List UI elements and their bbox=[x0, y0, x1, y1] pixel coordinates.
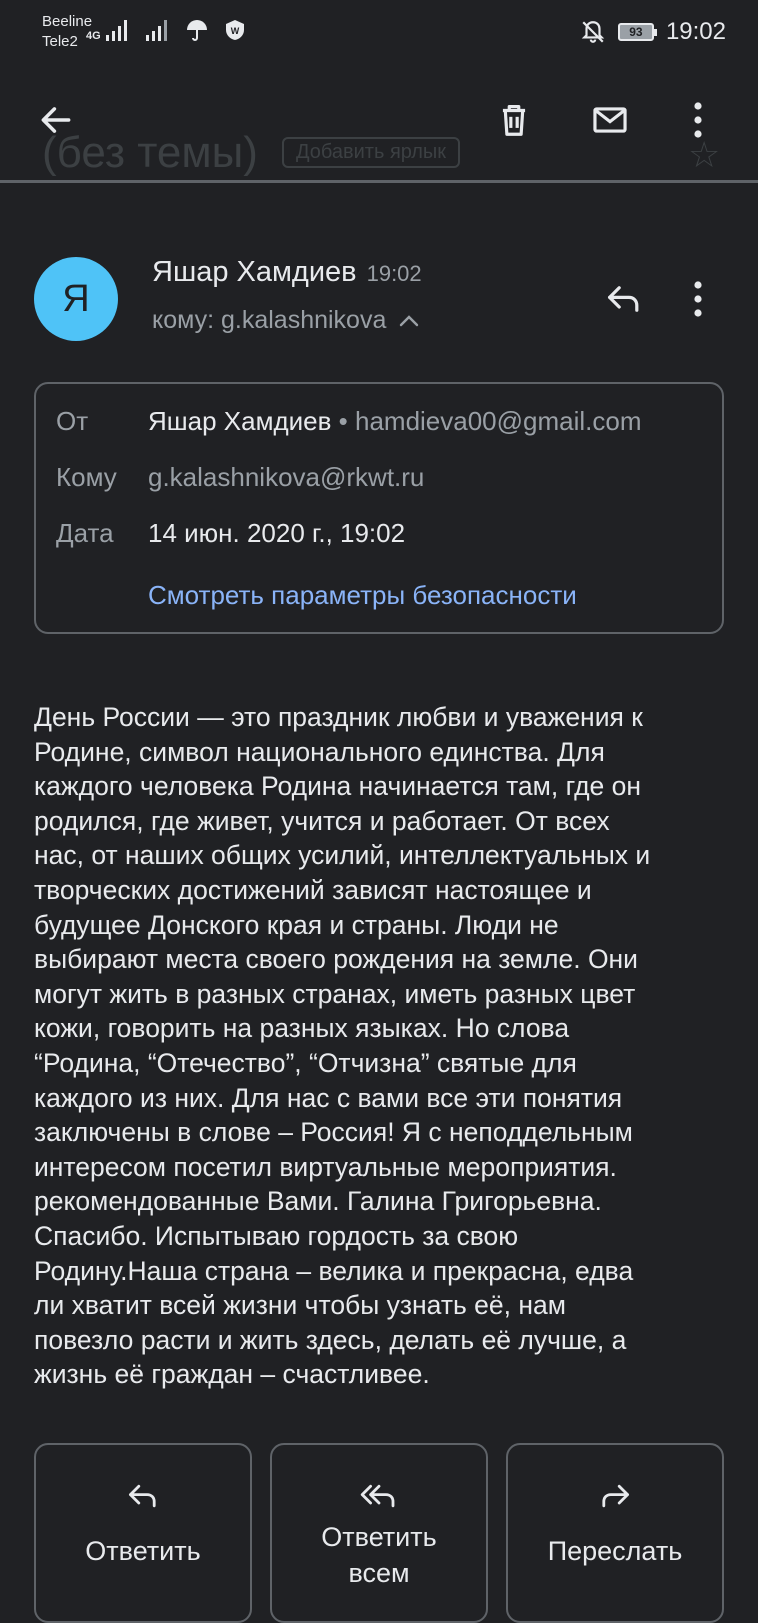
forward-label: Переслать bbox=[547, 1536, 683, 1566]
reply-icon bbox=[607, 286, 639, 312]
trash-icon bbox=[502, 104, 526, 136]
reply-all-label: Ответить всем bbox=[321, 1522, 437, 1588]
body-line: интересом посетил виртуальные мероприяти… bbox=[34, 1151, 617, 1182]
from-name: Яшар Хамдиев bbox=[148, 406, 332, 436]
network-type-label: 4G bbox=[86, 30, 101, 42]
body-line: жизнь её граждан – счастливее. bbox=[34, 1359, 430, 1390]
reply-all-icon-wrap bbox=[359, 1479, 399, 1513]
body-line: Родине, символ национального единства. Д… bbox=[34, 736, 605, 767]
delete-button[interactable] bbox=[490, 96, 538, 144]
body-line: выбирают места своего рождения на земле.… bbox=[34, 944, 638, 975]
back-button[interactable] bbox=[32, 96, 80, 144]
forward-button[interactable]: Переслать bbox=[506, 1443, 724, 1623]
body-line: кожи, говорить на разных языках. Но слов… bbox=[34, 1013, 570, 1044]
body-line: День России — это праздник любви и уваже… bbox=[34, 702, 643, 732]
more-options-button[interactable] bbox=[674, 96, 722, 144]
signal-2-icon bbox=[145, 20, 167, 41]
signal-1-icon bbox=[105, 20, 127, 41]
bell-off-icon bbox=[581, 21, 605, 43]
body-line: Родину.Наша страна – велика и прекрасна,… bbox=[34, 1255, 634, 1286]
shield-icon: W bbox=[225, 20, 244, 40]
recipient-toggle[interactable]: кому: g.kalashnikova bbox=[152, 306, 420, 335]
sender-name: Яшар Хамдиев bbox=[152, 256, 357, 288]
body-line: заключены в слове – Россия! Я с неподдел… bbox=[34, 1117, 633, 1148]
more-vert-icon bbox=[694, 102, 702, 138]
details-to-row: Кому g.kalashnikova@rkwt.ru bbox=[56, 462, 424, 493]
body-line: повезло расти и жить здесь, делать её лу… bbox=[34, 1324, 627, 1355]
security-details-link[interactable]: Смотреть параметры безопасности bbox=[148, 580, 577, 611]
details-date-row: Дата 14 июн. 2020 г., 19:02 bbox=[56, 518, 405, 549]
carrier-1: Beeline bbox=[42, 13, 93, 30]
mail-icon bbox=[593, 107, 627, 133]
to-label: Кому bbox=[56, 462, 117, 492]
reply-label: Ответить bbox=[85, 1536, 201, 1566]
reply-all-icon bbox=[360, 1484, 395, 1508]
signal-indicators: 4G W bbox=[86, 18, 247, 42]
more-vert-icon bbox=[694, 281, 702, 317]
message-time: 19:02 bbox=[366, 261, 422, 286]
date-value: 14 июн. 2020 г., 19:02 bbox=[148, 518, 406, 548]
body-line: нас, от наших общих усилий, интеллектуал… bbox=[34, 840, 651, 871]
svg-text:W: W bbox=[230, 26, 239, 36]
umbrella-icon bbox=[186, 20, 207, 41]
avatar[interactable]: Я bbox=[34, 257, 118, 341]
arrow-left-icon bbox=[41, 107, 71, 133]
body-line: могут жить в разных странах, иметь разны… bbox=[34, 978, 636, 1009]
status-time: 19:02 bbox=[665, 18, 726, 45]
battery-indicator: 93 bbox=[617, 23, 657, 41]
from-email[interactable]: hamdieva00@gmail.com bbox=[355, 406, 642, 436]
status-bar: Beeline Tele2 4G W 93 19:02 bbox=[0, 0, 758, 66]
to-value[interactable]: g.kalashnikova@rkwt.ru bbox=[148, 462, 424, 492]
from-separator: • bbox=[331, 406, 355, 436]
body-line: “Родина, “Отечество”, “Отчизна” святые д… bbox=[34, 1047, 577, 1078]
body-line: каждого из них. Для нас с вами все эти п… bbox=[34, 1082, 623, 1113]
recipient-summary: кому: g.kalashnikova bbox=[152, 306, 387, 334]
body-line: Спасибо. Испытываю гордость за свою bbox=[34, 1220, 519, 1251]
reply-icon bbox=[129, 1484, 156, 1508]
reply-header-button[interactable] bbox=[600, 275, 648, 323]
date-label: Дата bbox=[56, 518, 114, 548]
body-line: творческих достижений зависят настоящее … bbox=[34, 874, 592, 905]
message-body: День России — это праздник любви и уваже… bbox=[34, 700, 734, 1392]
reply-icon-wrap bbox=[125, 1479, 161, 1513]
message-details-card: От Яшар Хамдиев • hamdieva00@gmail.com Ко… bbox=[34, 382, 724, 634]
from-label: От bbox=[56, 406, 89, 436]
body-line: рекомендованные Вами. Галина Григорьевна… bbox=[34, 1186, 602, 1217]
sender-line: Яшар Хамдиев 19:02 bbox=[152, 256, 422, 289]
reply-all-button[interactable]: Ответить всем bbox=[270, 1443, 488, 1623]
carrier-info: Beeline Tele2 bbox=[42, 12, 92, 52]
carrier-2: Tele2 bbox=[42, 33, 78, 50]
body-line: каждого человека Родина начинается там, … bbox=[34, 771, 642, 802]
add-label-chip[interactable]: Добавить ярлык bbox=[282, 137, 461, 168]
body-line: ли хватит всей жизни чтобы узнать её, на… bbox=[34, 1290, 566, 1321]
status-right: 93 19:02 bbox=[580, 18, 726, 46]
message-more-button[interactable] bbox=[674, 275, 722, 323]
forward-icon bbox=[602, 1484, 629, 1508]
appbar-divider bbox=[0, 180, 758, 183]
details-from-row: От Яшар Хамдиев • hamdieva00@gmail.com bbox=[56, 406, 642, 437]
reply-button[interactable]: Ответить bbox=[34, 1443, 252, 1623]
body-line: будущее Донского края и страны. Люди не bbox=[34, 909, 559, 940]
chevron-up-icon bbox=[400, 314, 419, 326]
body-line: родился, где живет, учится и работает. О… bbox=[34, 805, 610, 836]
forward-icon-wrap bbox=[597, 1479, 633, 1513]
mark-unread-button[interactable] bbox=[586, 96, 634, 144]
